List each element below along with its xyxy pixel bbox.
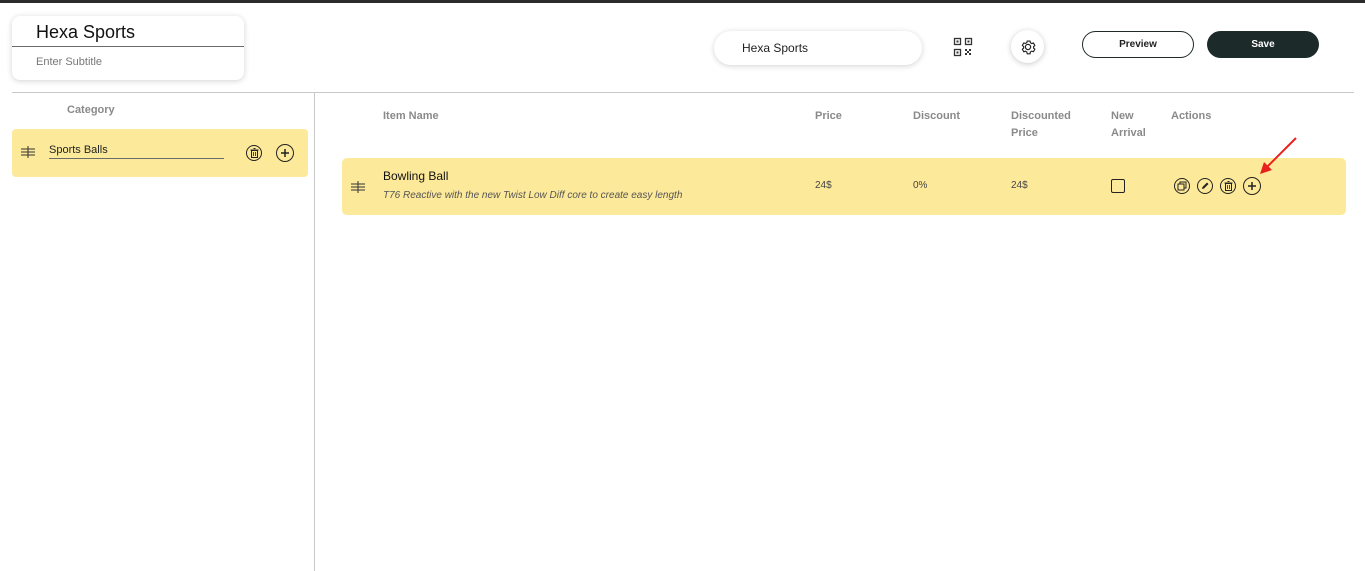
col-actions: Actions xyxy=(1171,110,1212,122)
category-header: Category xyxy=(67,104,115,116)
save-button[interactable]: Save xyxy=(1207,31,1319,58)
col-new-arrival-line1: New xyxy=(1111,110,1134,122)
gear-icon xyxy=(1021,39,1035,54)
item-discounted-price: 24$ xyxy=(1011,180,1028,191)
preview-button[interactable]: Preview xyxy=(1082,31,1194,58)
title-card: Hexa Sports Enter Subtitle xyxy=(12,16,244,80)
col-discount: Discount xyxy=(913,110,961,122)
col-discounted-price-line1: Discounted xyxy=(1011,110,1071,122)
item-description: T76 Reactive with the new Twist Low Diff… xyxy=(383,190,683,201)
menu-name-field[interactable]: Hexa Sports xyxy=(714,31,922,65)
annotation-arrow-icon xyxy=(1260,137,1297,174)
top-border xyxy=(0,0,1365,3)
add-item-icon[interactable] xyxy=(1243,177,1261,195)
table-row[interactable]: Bowling Ball T76 Reactive with the new T… xyxy=(342,158,1346,215)
category-name-input[interactable]: Sports Balls xyxy=(49,144,224,159)
new-arrival-checkbox[interactable] xyxy=(1111,179,1125,193)
col-discounted-price-line2: Price xyxy=(1011,127,1038,139)
item-discount: 0% xyxy=(913,180,928,191)
subtitle-input[interactable]: Enter Subtitle xyxy=(36,56,102,68)
title-divider xyxy=(12,46,244,47)
add-category-icon[interactable] xyxy=(276,144,294,162)
sidebar-divider xyxy=(314,93,315,571)
category-row[interactable]: Sports Balls xyxy=(12,129,308,177)
col-item-name: Item Name xyxy=(383,110,439,122)
menu-title[interactable]: Hexa Sports xyxy=(36,22,135,43)
drag-handle-icon[interactable] xyxy=(21,146,35,158)
edit-item-icon[interactable] xyxy=(1197,178,1213,194)
delete-item-icon[interactable] xyxy=(1220,178,1236,194)
col-new-arrival-line2: Arrival xyxy=(1111,127,1146,139)
col-discounted-price: Discounted Price xyxy=(1011,108,1071,142)
delete-category-icon[interactable] xyxy=(246,145,262,161)
duplicate-item-icon[interactable] xyxy=(1174,178,1190,194)
header-divider xyxy=(12,92,1354,93)
drag-handle-icon[interactable] xyxy=(351,181,365,193)
col-price: Price xyxy=(815,110,842,122)
qr-code-icon[interactable] xyxy=(953,37,973,57)
item-name: Bowling Ball xyxy=(383,169,449,183)
col-new-arrival: New Arrival xyxy=(1111,108,1146,142)
item-price: 24$ xyxy=(815,180,832,191)
menu-name-value: Hexa Sports xyxy=(742,41,809,55)
settings-button[interactable] xyxy=(1011,30,1044,63)
